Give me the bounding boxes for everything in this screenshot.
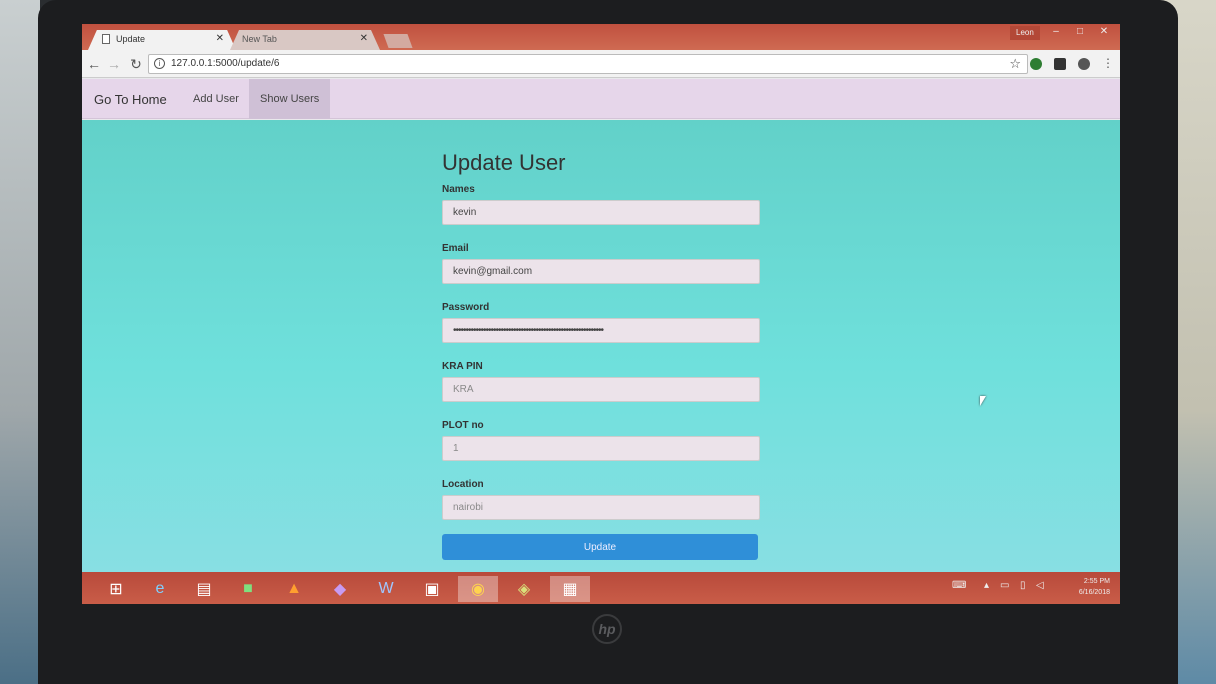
- maximize-icon[interactable]: □: [1068, 26, 1092, 40]
- app-navbar: Go To Home Add User Show Users: [82, 79, 1120, 119]
- address-bar[interactable]: i 127.0.0.1:5000/update/6 ☆: [148, 54, 1028, 74]
- volume-icon[interactable]: ◁: [1036, 580, 1044, 591]
- pycharm-icon[interactable]: ▦: [550, 576, 590, 602]
- grammarly-extension-icon[interactable]: [1030, 58, 1042, 70]
- vlc-icon[interactable]: ▲: [274, 576, 314, 602]
- photo-background-left: [0, 0, 40, 684]
- internet-explorer-icon[interactable]: e: [140, 576, 180, 602]
- windows-start-icon[interactable]: ⊞: [96, 576, 136, 602]
- tab-label: New Tab: [242, 34, 277, 44]
- names-label: Names: [442, 184, 475, 195]
- hp-logo: hp: [592, 614, 622, 644]
- extension-icon[interactable]: [1054, 58, 1066, 70]
- tab-new-tab[interactable]: New Tab ✕: [230, 30, 380, 50]
- page-icon: [102, 34, 110, 44]
- info-icon[interactable]: i: [154, 58, 165, 69]
- tab-update[interactable]: Update ✕: [88, 30, 236, 50]
- sublime-text-icon[interactable]: ▣: [412, 576, 452, 602]
- keyboard-icon[interactable]: ⌨: [952, 580, 966, 591]
- nav-show-users[interactable]: Show Users: [249, 79, 331, 119]
- power-icon[interactable]: ▯: [1020, 580, 1026, 591]
- chrome-icon[interactable]: ◉: [458, 576, 498, 602]
- app-icon[interactable]: ◈: [504, 576, 544, 602]
- file-explorer-icon[interactable]: ▤: [184, 576, 224, 602]
- location-input[interactable]: [442, 495, 760, 520]
- nav-add-user[interactable]: Add User: [182, 79, 250, 119]
- password-input[interactable]: [442, 318, 760, 343]
- new-tab-button[interactable]: [383, 34, 413, 48]
- visual-studio-icon[interactable]: ◆: [320, 576, 360, 602]
- forward-icon[interactable]: →: [106, 56, 122, 72]
- clock-date: 6/16/2018: [1078, 589, 1110, 596]
- plot-no-input[interactable]: [442, 436, 760, 461]
- email-label: Email: [442, 243, 469, 254]
- page-content: Update User Names Email Password KRA PIN…: [82, 120, 1120, 572]
- email-input[interactable]: [442, 259, 760, 284]
- back-icon[interactable]: ←: [86, 56, 102, 72]
- plot-no-label: PLOT no: [442, 420, 484, 431]
- profile-badge[interactable]: Leon: [1010, 26, 1040, 40]
- location-label: Location: [442, 479, 484, 490]
- close-icon[interactable]: ✕: [216, 33, 224, 44]
- mouse-cursor-icon: [980, 396, 986, 406]
- update-user-form: Update User Names Email Password KRA PIN…: [442, 150, 762, 560]
- reload-icon[interactable]: ↻: [128, 56, 144, 73]
- kra-pin-input[interactable]: [442, 377, 760, 402]
- close-icon[interactable]: ✕: [360, 33, 368, 44]
- bookmark-star-icon[interactable]: ☆: [1009, 56, 1021, 72]
- menu-dots-icon[interactable]: ⋮: [1100, 56, 1116, 70]
- windows-taskbar: ⊞ e ▤ ■ ▲ ◆ W ▣ ◉ ◈ ▦ ⌨ ▴ ▭ ▯ ◁ 2:55 PM …: [82, 572, 1120, 604]
- url-text: 127.0.0.1:5000/update/6: [171, 58, 280, 69]
- kra-pin-label: KRA PIN: [442, 361, 483, 372]
- browser-tabstrip: Update ✕ New Tab ✕ Leon – □ ✕: [82, 24, 1120, 50]
- screen: Update ✕ New Tab ✕ Leon – □ ✕ ← → ↻ i 12…: [82, 24, 1120, 604]
- update-button[interactable]: Update: [442, 534, 758, 560]
- close-window-icon[interactable]: ✕: [1092, 26, 1116, 40]
- page-title: Update User: [442, 150, 566, 175]
- names-input[interactable]: [442, 200, 760, 225]
- network-icon[interactable]: ▭: [1000, 580, 1009, 591]
- brand-link[interactable]: Go To Home: [94, 92, 167, 107]
- tray-expand-icon[interactable]: ▴: [984, 580, 989, 591]
- minimize-icon[interactable]: –: [1044, 26, 1068, 40]
- clock[interactable]: 2:55 PM 6/16/2018: [1079, 576, 1110, 598]
- tab-label: Update: [116, 34, 146, 44]
- clock-time: 2:55 PM: [1083, 578, 1110, 585]
- store-icon[interactable]: ■: [228, 576, 268, 602]
- password-label: Password: [442, 302, 490, 313]
- browser-toolbar: ← → ↻ i 127.0.0.1:5000/update/6 ☆ ⋮: [82, 50, 1120, 78]
- shield-extension-icon[interactable]: [1078, 58, 1090, 70]
- word-icon[interactable]: W: [366, 576, 406, 602]
